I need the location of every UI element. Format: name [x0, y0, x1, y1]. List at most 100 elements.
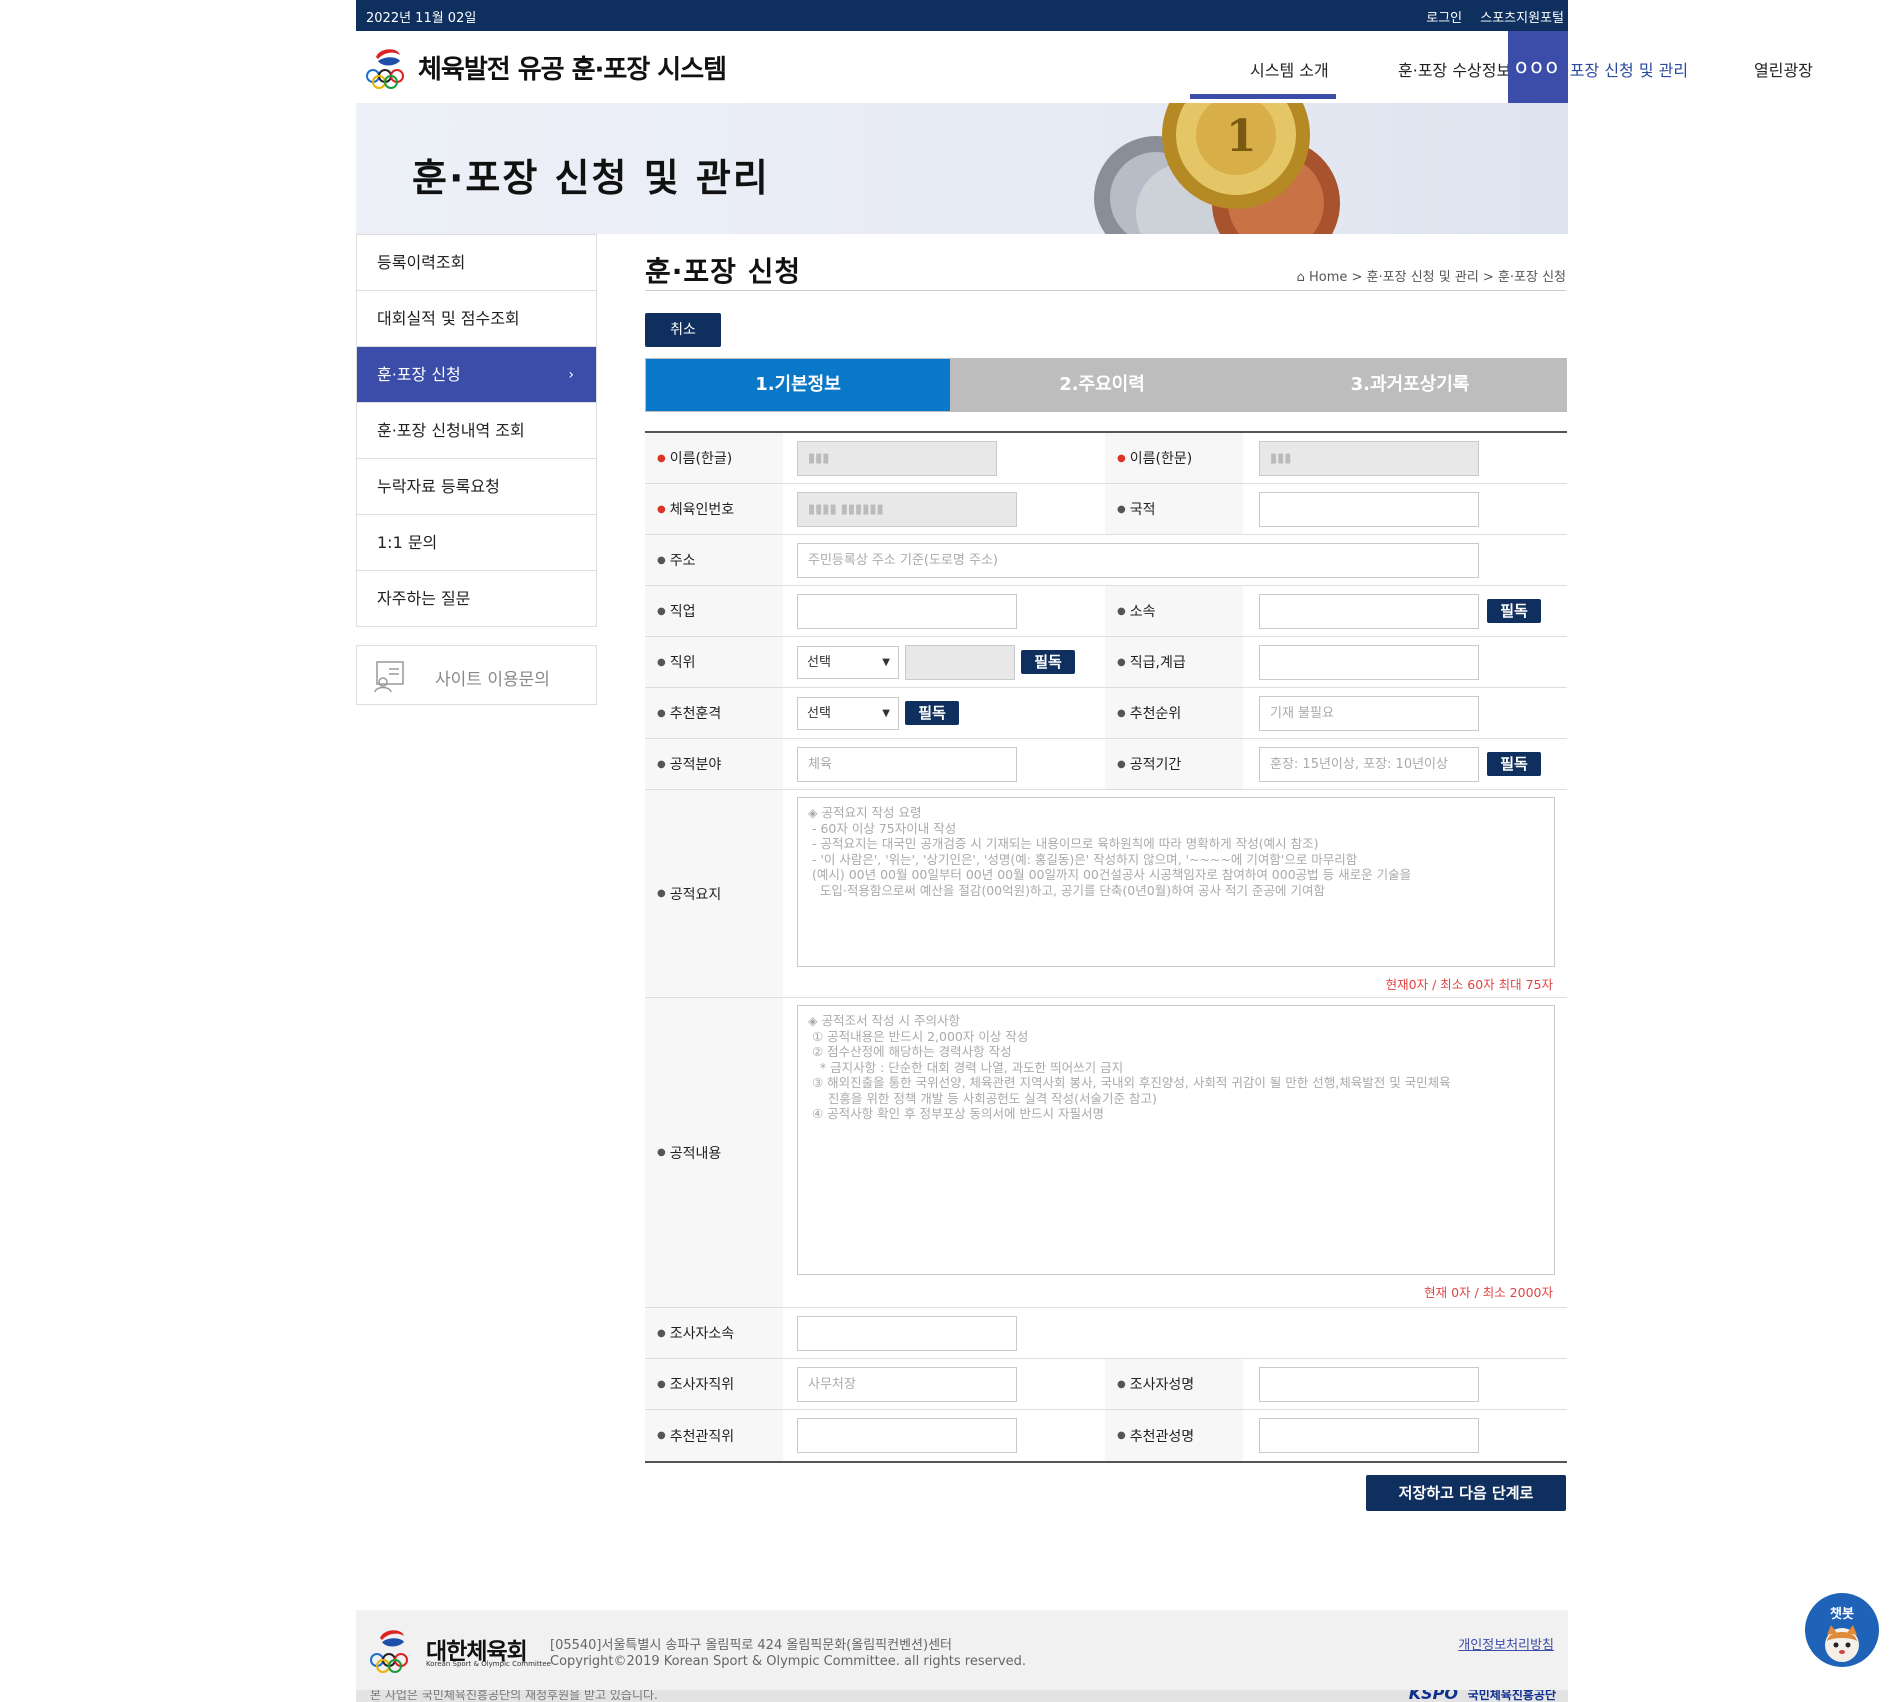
rank-field[interactable]	[1259, 645, 1479, 680]
sports-portal-link[interactable]: 스포츠지원포털	[1480, 11, 1564, 26]
label-recommend-order: 추천순위	[1129, 706, 1182, 722]
label-nationality: 국적	[1129, 502, 1156, 518]
top-bar: 2022년 11월 02일 로그인 스포츠지원포털	[356, 0, 1568, 31]
form-row-position: ● 직위 선택 ▼ 필독 ● 직급,계급	[645, 637, 1567, 688]
recommend-order-field[interactable]: 기재 불필요	[1259, 696, 1479, 731]
sidebar-item-faq[interactable]: 자주하는 질문	[357, 570, 596, 626]
form-row-investigator-org: ● 조사자소속	[645, 1308, 1567, 1359]
position-detail-field[interactable]	[905, 645, 1015, 680]
banner: 훈·포장 신청 및 관리 1	[356, 103, 1568, 234]
tab-main-history[interactable]: 2.주요이력	[950, 359, 1254, 411]
kspo-name: 국민체육진흥공단	[1467, 1690, 1556, 1702]
recommender-position-field[interactable]	[797, 1418, 1017, 1453]
label-rank: 직급,계급	[1129, 655, 1186, 671]
period-field[interactable]: 훈장: 15년이상, 포장: 10년이상	[1259, 747, 1479, 782]
sports-no-field[interactable]: ▮▮▮▮ ▮▮▮▮▮▮	[797, 492, 1017, 527]
recommend-grade-required-button[interactable]: 필독	[905, 701, 959, 725]
address-field[interactable]: 주민등록상 주소 기준(도로명 주소)	[797, 543, 1479, 578]
chatbot-button[interactable]: 챗봇	[1805, 1593, 1879, 1667]
top-links: 로그인 스포츠지원포털	[1412, 7, 1564, 26]
chatbot-mascot-icon	[1825, 1625, 1859, 1662]
breadcrumb: ⌂ Home > 훈·포장 신청 및 관리 > 훈·포장 신청	[1297, 266, 1566, 285]
home-icon[interactable]: ⌂	[1297, 270, 1305, 285]
save-next-button[interactable]: 저장하고 다음 단계로	[1366, 1475, 1566, 1511]
tab-past-awards[interactable]: 3.과거포상기록	[1254, 359, 1566, 411]
bullet-icon: ●	[1117, 758, 1126, 770]
investigator-name-field[interactable]	[1259, 1367, 1479, 1402]
position-select[interactable]: 선택 ▼	[797, 646, 899, 679]
nav-active-indicator	[1190, 94, 1336, 99]
tab-basic-info[interactable]: 1.기본정보	[646, 359, 950, 411]
recommender-name-field[interactable]	[1259, 1418, 1479, 1453]
basic-info-form: ● 이름(한글) ▮▮▮ ● 이름(한문) ▮▮▮ ● 체육인번호 ▮▮▮▮ ▮▮▮▮…	[645, 431, 1567, 1463]
sidebar-item-award-apply[interactable]: 훈·포장 신청 ›	[357, 346, 596, 402]
sidebar-item-missing-data-request[interactable]: 누락자료 등록요청	[357, 458, 596, 514]
svg-text:1: 1	[1226, 111, 1257, 162]
required-dot-icon: ●	[657, 452, 666, 464]
page-title: 훈·포장 신청	[645, 255, 802, 288]
label-period: 공적기간	[1129, 757, 1182, 773]
title-divider	[645, 290, 1566, 291]
bullet-icon: ●	[657, 888, 666, 899]
period-required-button[interactable]: 필독	[1487, 752, 1541, 776]
job-field[interactable]	[797, 594, 1017, 629]
form-row-content: ● 공적내용 ◈ 공적조서 작성 시 주의사항 ① 공적내용은 반드시 2,000…	[645, 998, 1567, 1308]
privacy-policy-link[interactable]: 개인정보처리방침	[1458, 1634, 1554, 1653]
footer-funding-bar: 본 사업은 국민체육진흥공단의 재정후원을 받고 있습니다. KSPO 국민체육…	[356, 1690, 1568, 1702]
investigator-position-field[interactable]: 사무처장	[797, 1367, 1017, 1402]
sidebar-item-label: 훈·포장 신청	[377, 365, 461, 384]
funding-notice: 본 사업은 국민체육진흥공단의 재정후원을 받고 있습니다.	[370, 1690, 658, 1702]
label-field: 공적분야	[669, 757, 722, 773]
kspo-logo: KSPO	[1408, 1690, 1458, 1702]
current-date: 2022년 11월 02일	[366, 11, 477, 26]
name-cn-field[interactable]: ▮▮▮	[1259, 441, 1479, 476]
bullet-icon: ●	[657, 1327, 666, 1339]
cancel-button[interactable]: 취소	[645, 313, 721, 347]
nav-award-info[interactable]: 훈·포장 수상정보	[1398, 57, 1511, 81]
bullet-icon: ●	[657, 1378, 666, 1390]
bullet-icon: ●	[657, 758, 666, 770]
field-input[interactable]: 체육	[797, 747, 1017, 782]
nav-award-apply-manage[interactable]: 훈·포장 신청 및 관리	[1550, 57, 1688, 81]
bullet-icon: ●	[1117, 503, 1126, 515]
sidebar-item-one-on-one-inquiry[interactable]: 1:1 문의	[357, 514, 596, 570]
position-select-value: 선택	[807, 655, 831, 670]
summary-char-counter: 현재0자 / 최소 60자 최대 75자	[1385, 977, 1553, 992]
sidebar-item-application-history[interactable]: 훈·포장 신청내역 조회	[357, 402, 596, 458]
affiliation-field[interactable]	[1259, 594, 1479, 629]
bullet-icon: ●	[657, 554, 666, 566]
bullet-icon: ●	[657, 1147, 666, 1158]
label-name-kr: 이름(한글)	[669, 451, 733, 467]
sidebar-item-competition-scores[interactable]: 대회실적 및 점수조회	[357, 290, 596, 346]
nationality-field[interactable]	[1259, 492, 1479, 527]
label-recommender-position: 추천관직위	[669, 1428, 735, 1445]
breadcrumb-text[interactable]: Home > 훈·포장 신청 및 관리 > 훈·포장 신청	[1309, 270, 1566, 285]
position-required-button[interactable]: 필독	[1021, 650, 1075, 674]
investigator-org-field[interactable]	[797, 1316, 1017, 1351]
content-textarea[interactable]: ◈ 공적조서 작성 시 주의사항 ① 공적내용은 반드시 2,000자 이상 작…	[797, 1005, 1555, 1275]
nav-open-square[interactable]: 열린광장	[1754, 57, 1813, 81]
label-affiliation: 소속	[1129, 604, 1156, 620]
bullet-icon: ●	[1117, 1378, 1126, 1390]
required-dot-icon: ●	[1117, 452, 1126, 464]
name-kr-field[interactable]: ▮▮▮	[797, 441, 997, 476]
nav-system-intro[interactable]: 시스템 소개	[1250, 57, 1329, 81]
label-name-cn: 이름(한문)	[1129, 451, 1193, 467]
sidebar-item-registration-history[interactable]: 등록이력조회	[357, 234, 596, 290]
all-menu-button[interactable]: ooo	[1508, 31, 1568, 103]
label-investigator-org: 조사자소속	[669, 1326, 735, 1342]
login-link[interactable]: 로그인	[1426, 11, 1462, 26]
label-summary: 공적요지	[669, 886, 722, 903]
sports-council-logo-icon[interactable]	[364, 43, 414, 89]
form-row-summary: ● 공적요지 ◈ 공적요지 작성 요령 - 60자 이상 75자이내 작성 - 공…	[645, 790, 1567, 998]
form-row-job: ● 직업 ● 소속 필독	[645, 586, 1567, 637]
site-title[interactable]: 체육발전 유공 훈·포장 시스템	[418, 49, 727, 86]
label-investigator-name: 조사자성명	[1129, 1377, 1195, 1393]
required-dot-icon: ●	[657, 503, 666, 515]
site-inquiry-label: 사이트 이용문의	[435, 670, 550, 690]
summary-textarea[interactable]: ◈ 공적요지 작성 요령 - 60자 이상 75자이내 작성 - 공적요지는 대…	[797, 797, 1555, 967]
site-inquiry-button[interactable]: 사이트 이용문의	[356, 645, 597, 705]
recommend-grade-select[interactable]: 선택 ▼	[797, 697, 899, 730]
affiliation-required-button[interactable]: 필독	[1487, 599, 1541, 623]
bullet-icon: ●	[1117, 707, 1126, 719]
